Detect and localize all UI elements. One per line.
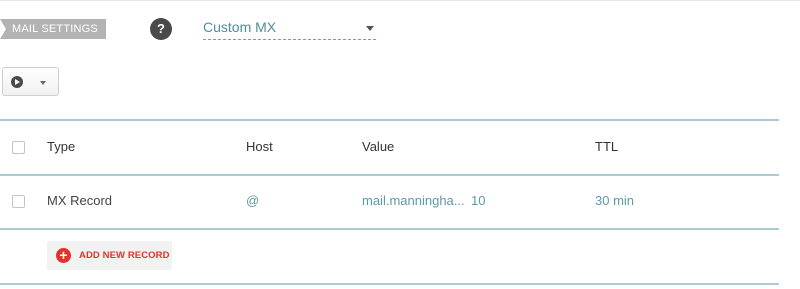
top-divider <box>0 0 800 1</box>
plus-circle-icon: + <box>56 248 71 263</box>
row-divider <box>0 228 779 230</box>
caret-down-icon <box>40 81 46 85</box>
column-header-type[interactable]: Type <box>47 139 75 154</box>
actions-dropdown-button[interactable] <box>2 67 59 96</box>
add-new-record-label: ADD NEW RECORD <box>79 250 170 261</box>
question-icon[interactable]: ? <box>150 18 172 40</box>
mx-type-select[interactable]: Custom MX <box>203 17 376 40</box>
record-ttl[interactable]: 30 min <box>595 193 634 208</box>
column-header-host[interactable]: Host <box>246 139 273 154</box>
select-all-checkbox[interactable] <box>12 141 25 154</box>
column-header-ttl[interactable]: TTL <box>595 139 618 154</box>
record-host[interactable]: @ <box>246 193 259 208</box>
table-bottom-border <box>0 283 779 285</box>
column-header-value[interactable]: Value <box>362 139 394 154</box>
row-checkbox[interactable] <box>12 195 25 208</box>
add-new-record-button[interactable]: + ADD NEW RECORD <box>47 241 172 270</box>
mx-type-value: Custom MX <box>203 19 277 35</box>
record-priority[interactable]: 10 <box>471 193 485 208</box>
chevron-down-icon <box>366 26 374 31</box>
header-divider <box>0 174 779 176</box>
table-top-border <box>0 119 779 121</box>
record-type: MX Record <box>47 193 113 208</box>
play-circle-icon <box>11 76 23 88</box>
mail-settings-tag: MAIL SETTINGS <box>0 19 106 39</box>
record-value[interactable]: mail.manningha... <box>362 193 465 208</box>
